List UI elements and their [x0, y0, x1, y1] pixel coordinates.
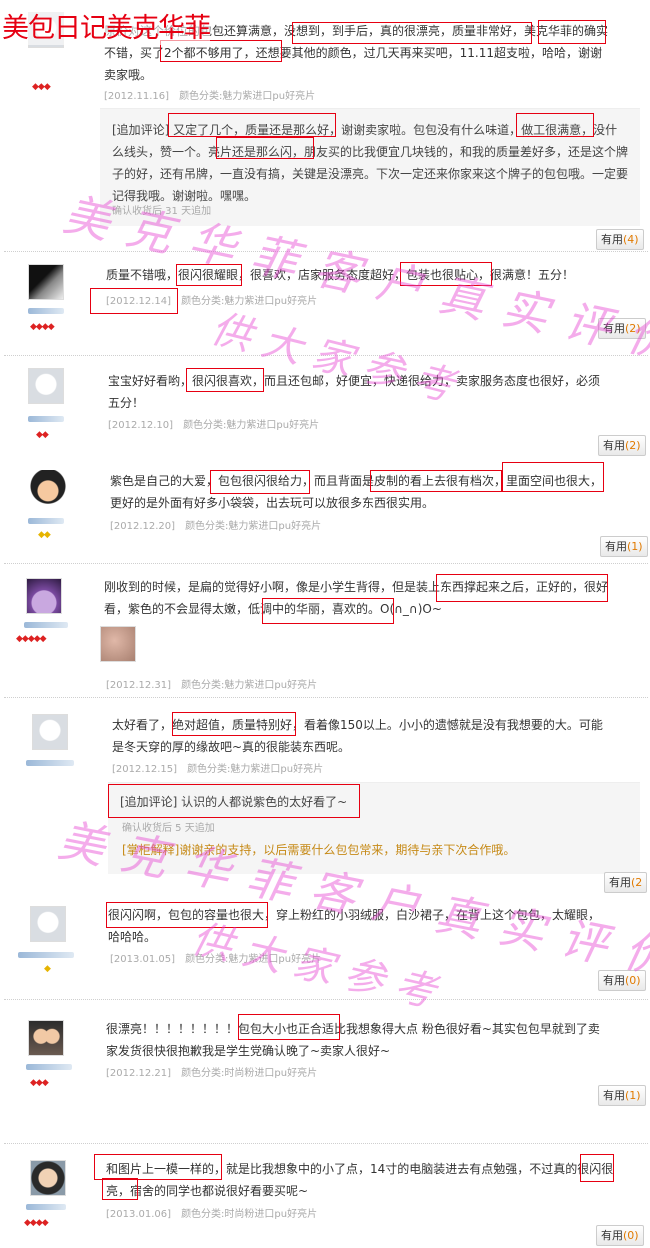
- avatar[interactable]: [30, 470, 66, 506]
- review-meta: [2012.12.10] 颜色分类:魅力紫进口pu好亮片: [108, 416, 319, 431]
- useful-button[interactable]: 有用(0): [598, 970, 646, 991]
- useful-button[interactable]: 有用(4): [596, 229, 644, 250]
- buyer-rank-icon: ◆◆◆◆: [24, 1218, 49, 1228]
- review-meta: [2013.01.05] 颜色分类:魅力紫进口pu好亮片: [110, 950, 321, 965]
- review-meta: [2012.12.15] 颜色分类:魅力紫进口pu好亮片: [112, 760, 323, 775]
- review-item: ◆◆ 宝宝好好看哟，很闪很喜欢，而且还包邮，好便宜，快递很给力，卖家服务态度也很…: [0, 356, 650, 460]
- avatar[interactable]: [28, 368, 64, 404]
- append-meta: 确认收货后 31 天追加: [112, 206, 212, 217]
- review-item: ◆◆ 紫色是自己的大爱，包包很闪很给力，而且背面是皮制的看上去很有档次，里面空间…: [0, 460, 650, 564]
- buyer-rank-icon: ◆: [44, 964, 51, 974]
- sku-info: 颜色分类:魅力紫进口pu好亮片: [187, 764, 324, 775]
- buyer-rank-icon: ◆◆◆: [30, 1078, 49, 1088]
- username[interactable]: [28, 416, 64, 422]
- avatar[interactable]: [30, 906, 66, 942]
- buyer-rank-icon: ◆◆◆: [32, 82, 51, 92]
- review-text: 和图片上一模一样的，就是比我想象中的小了点，14寸的电脑装进去有点勉强，不过真的…: [106, 1162, 614, 1198]
- review-meta: [2012.12.21] 颜色分类:时尚粉进口pu好亮片: [106, 1064, 317, 1079]
- review-date: [2012.12.20]: [110, 521, 176, 532]
- review-photo[interactable]: [100, 626, 136, 662]
- review-date: [2012.12.10]: [108, 420, 174, 431]
- seller-reply: [掌柜解释]谢谢亲的支持，以后需要什么包包常来，期待与亲下次合作哦。: [122, 843, 516, 857]
- append-text: [追加评论] 又定了几个，质量还是那么好，谢谢卖家啦。包包没有什么味道，做工很满…: [112, 123, 629, 203]
- review-text: 很漂亮！！！！！！！！包包大小也正合适比我想象得大点 粉色很好看~其实包包早就到…: [106, 1022, 600, 1058]
- buyer-rank-icon: ◆◆: [36, 430, 49, 440]
- review-item: ◆◆◆ 很漂亮！！！！！！！！包包大小也正合适比我想象得大点 粉色很好看~其实包…: [0, 1000, 650, 1144]
- review-meta: [2012.12.14] 颜色分类:魅力紫进口pu好亮片: [106, 292, 317, 307]
- sku-info: 颜色分类:魅力紫进口pu好亮片: [183, 420, 320, 431]
- username[interactable]: [24, 622, 68, 628]
- sku-info: 颜色分类:魅力紫进口pu好亮片: [185, 521, 322, 532]
- useful-button[interactable]: 有用(2: [604, 872, 648, 893]
- buyer-rank-icon: ◆◆: [38, 530, 51, 540]
- buyer-rank-icon: ◆◆◆◆: [30, 322, 55, 332]
- useful-button[interactable]: 有用(0): [596, 1225, 644, 1246]
- avatar[interactable]: [28, 1020, 64, 1056]
- sku-info: 颜色分类:魅力紫进口pu好亮片: [185, 954, 322, 965]
- sku-info: 颜色分类:时尚粉进口pu好亮片: [181, 1209, 318, 1220]
- review-item: ◆◆◆◆ 和图片上一模一样的，就是比我想象中的小了点，14寸的电脑装进去有点勉强…: [0, 1144, 650, 1248]
- username[interactable]: [18, 952, 74, 958]
- append-text: [追加评论] 认识的人都说紫色的太好看了~: [120, 795, 348, 809]
- append-meta: 确认收货后 5 天追加: [122, 823, 215, 834]
- username[interactable]: [26, 1064, 72, 1070]
- username[interactable]: [28, 308, 64, 314]
- review-text: 宝宝好好看哟，很闪很喜欢，而且还包邮，好便宜，快递很给力，卖家服务态度也很好，必…: [108, 374, 601, 410]
- review-date: [2012.12.14]: [106, 296, 172, 307]
- sku-info: 颜色分类:魅力紫进口pu好亮片: [181, 296, 318, 307]
- avatar[interactable]: [30, 1160, 66, 1196]
- append-review: [追加评论] 又定了几个，质量还是那么好，谢谢卖家啦。包包没有什么味道，做工很满…: [100, 108, 640, 226]
- review-text: 太好看了，绝对超值，质量特别好，看着像150以上。小小的遗憾就是没有我想要的大。…: [112, 718, 603, 754]
- review-date: [2012.12.31]: [106, 680, 172, 691]
- useful-button[interactable]: 有用(1): [600, 536, 648, 557]
- review-date: [2012.12.21]: [106, 1068, 172, 1079]
- review-text: 质量不错哦，很闪很耀眼，很喜欢，店家服务态度超好，包装也很贴心，很满意！五分！: [106, 268, 575, 282]
- review-meta: [2012.12.20] 颜色分类:魅力紫进口pu好亮片: [110, 517, 321, 532]
- useful-button[interactable]: 有用(2): [598, 435, 646, 456]
- review-date: [2013.01.06]: [106, 1209, 172, 1220]
- page-title: 美包日记美克华菲: [2, 6, 211, 45]
- sku-info: 颜色分类:魅力紫进口pu好亮片: [179, 91, 316, 102]
- review-text: 紫色是自己的大爱，包包很闪很给力，而且背面是皮制的看上去很有档次，里面空间也很大…: [110, 474, 603, 510]
- avatar[interactable]: [28, 264, 64, 300]
- review-meta: [2012.12.31] 颜色分类:魅力紫进口pu好亮片: [106, 676, 317, 691]
- review-date: [2013.01.05]: [110, 954, 176, 965]
- review-date: [2012.11.16]: [104, 91, 170, 102]
- review-text: 刚收到的时候，是扁的觉得好小啊，像是小学生背得，但是装上东西撑起来之后，正好的，…: [104, 580, 609, 616]
- review-meta: [2012.11.16] 颜色分类:魅力紫进口pu好亮片: [104, 87, 315, 102]
- username[interactable]: [28, 518, 64, 524]
- useful-button[interactable]: 有用(1): [598, 1085, 646, 1106]
- useful-button[interactable]: 有用(2): [598, 318, 646, 339]
- review-item: 太好看了，绝对超值，质量特别好，看着像150以上。小小的遗憾就是没有我想要的大。…: [0, 698, 650, 893]
- avatar[interactable]: [32, 714, 68, 750]
- username[interactable]: [26, 760, 74, 766]
- sku-info: 颜色分类:魅力紫进口pu好亮片: [181, 680, 318, 691]
- review-text: 很闪闪啊，包包的容量也很大，穿上粉红的小羽绒服，白沙裙子，在背上这个包包，太耀眼…: [108, 908, 601, 944]
- review-item: ◆◆◆◆ 质量不错哦，很闪很耀眼，很喜欢，店家服务态度超好，包装也很贴心，很满意…: [0, 252, 650, 356]
- sku-info: 颜色分类:时尚粉进口pu好亮片: [181, 1068, 318, 1079]
- review-item: ◆ 很闪闪啊，包包的容量也很大，穿上粉红的小羽绒服，白沙裙子，在背上这个包包，太…: [0, 892, 650, 1000]
- avatar[interactable]: [26, 578, 62, 614]
- append-review: [追加评论] 认识的人都说紫色的太好看了~ 确认收货后 5 天追加 [掌柜解释]…: [108, 782, 640, 874]
- username[interactable]: [26, 1204, 66, 1210]
- review-meta: [2013.01.06] 颜色分类:时尚粉进口pu好亮片: [106, 1205, 317, 1220]
- review-item: ◆◆◆◆◆ 刚收到的时候，是扁的觉得好小啊，像是小学生背得，但是装上东西撑起来之…: [0, 564, 650, 698]
- buyer-rank-icon: ◆◆◆◆◆: [16, 634, 47, 644]
- review-date: [2012.12.15]: [112, 764, 178, 775]
